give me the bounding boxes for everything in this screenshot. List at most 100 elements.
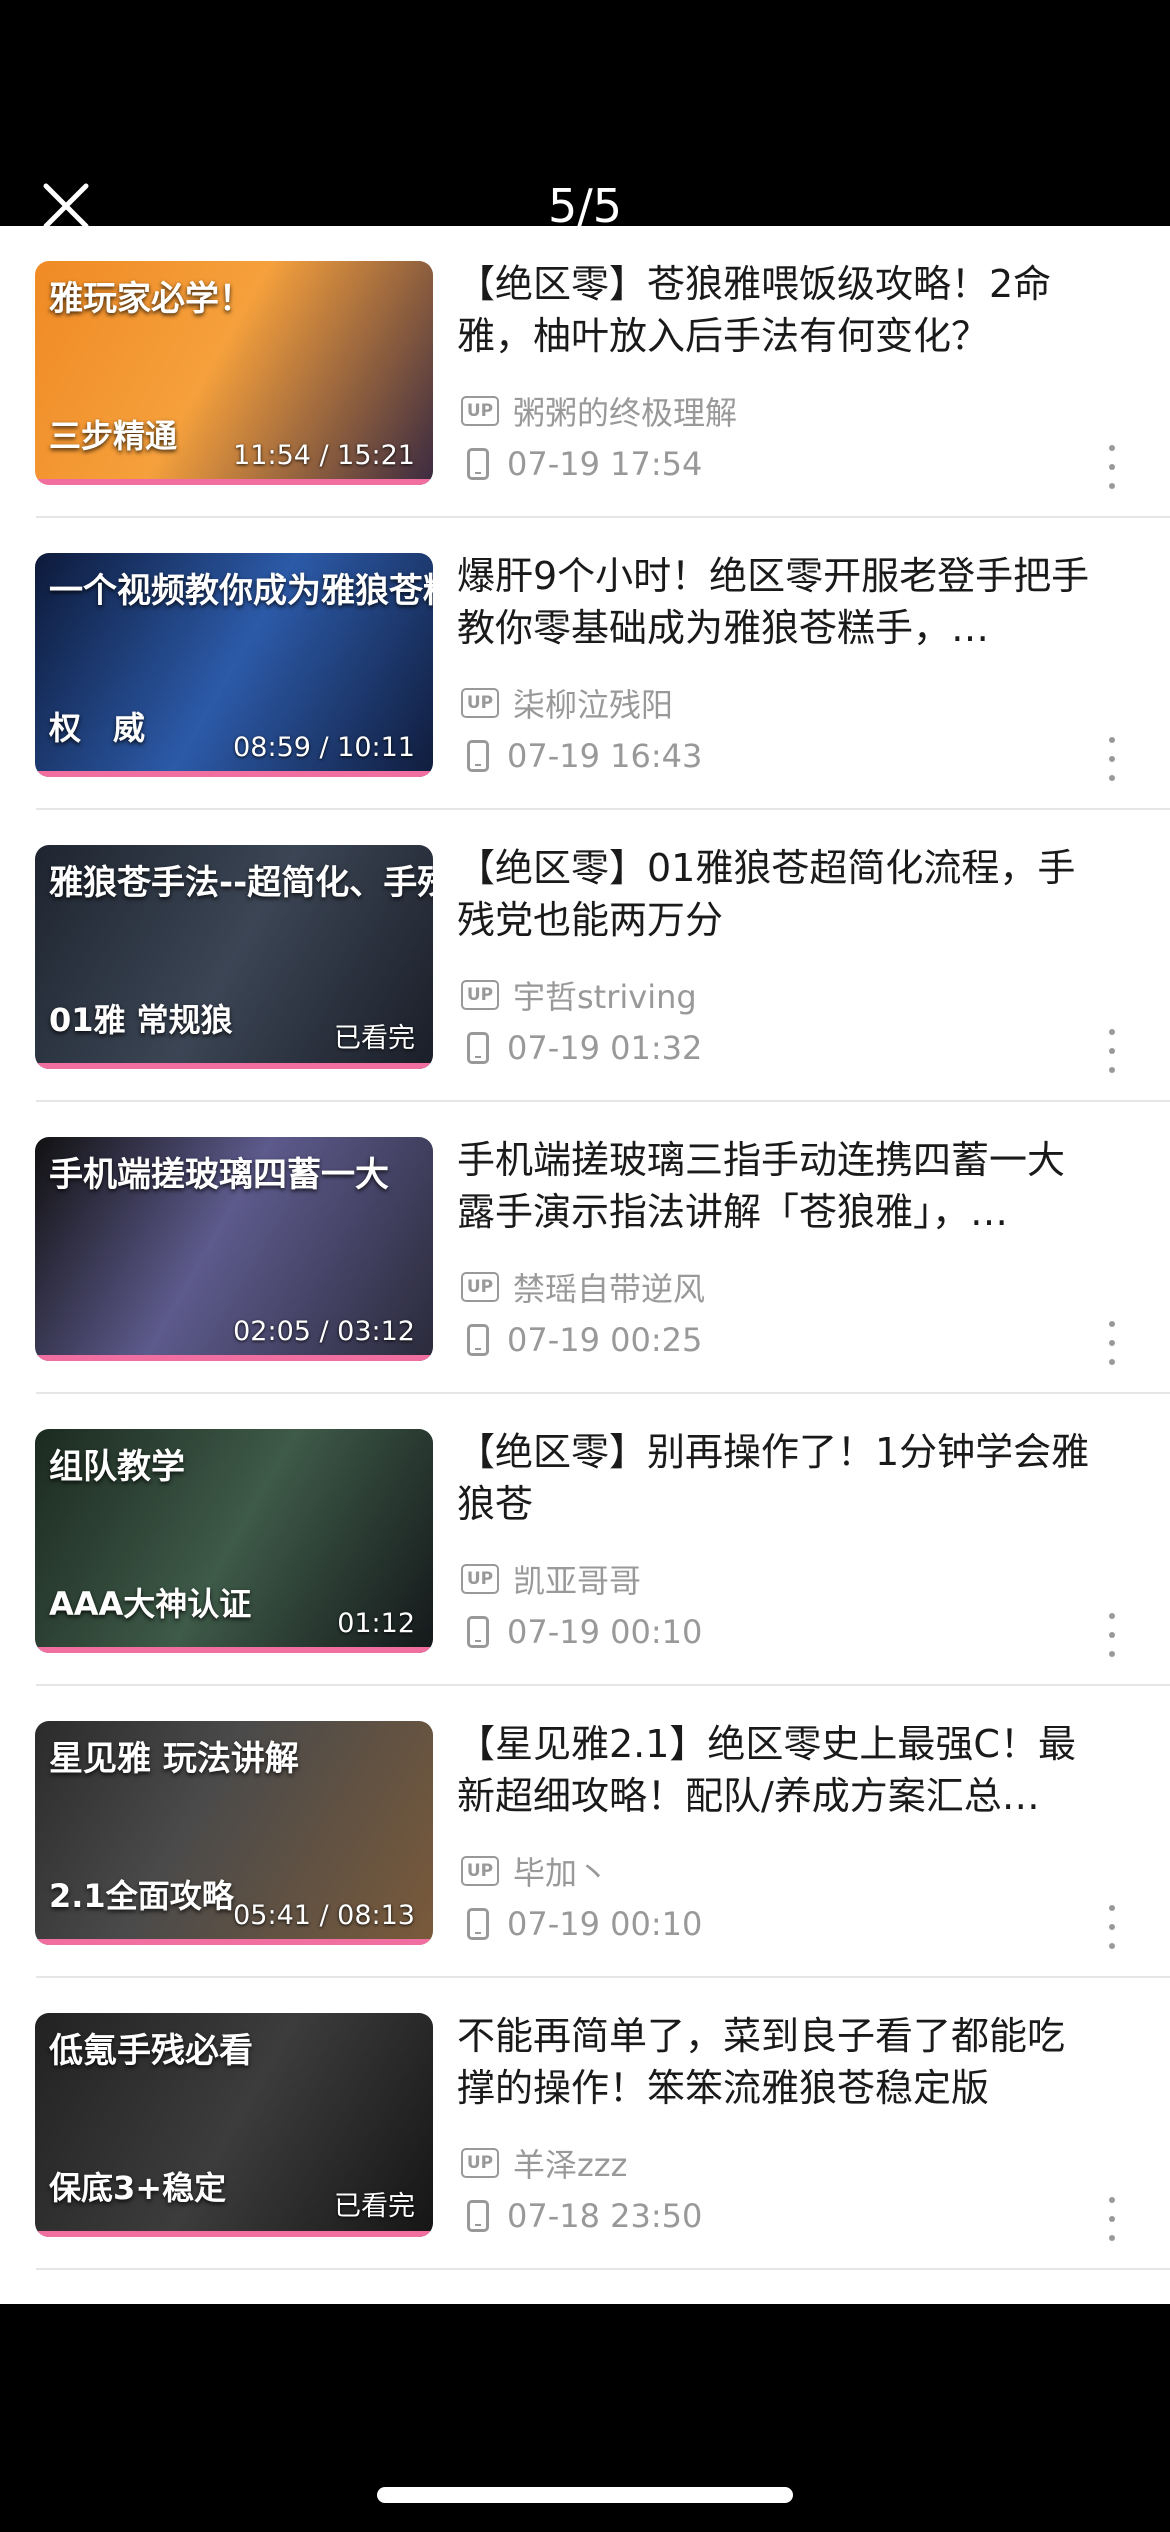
up-badge-icon: UP — [461, 1856, 499, 1886]
video-title[interactable]: 【绝区零】苍狼雅喂饭级攻略！2命雅，柚叶放入后手法有何变化？ — [457, 258, 1097, 362]
more-dot-icon — [1109, 483, 1115, 489]
video-title[interactable]: 【绝区零】01雅狼苍超简化流程，手残党也能两万分 — [457, 842, 1097, 946]
video-duration: 02:05 / 03:12 — [233, 1316, 415, 1347]
more-dot-icon — [1109, 1321, 1115, 1327]
thumbnail-top-text: 雅狼苍手法--超简化、手残党 — [49, 863, 433, 903]
video-title[interactable]: 手机端搓玻璃三指手动连携四蓄一大露手演示指法讲解「苍狼雅」，… — [457, 1134, 1097, 1238]
up-badge-icon: UP — [461, 980, 499, 1010]
video-duration: 08:59 / 10:11 — [233, 732, 415, 763]
up-badge-icon: UP — [461, 2148, 499, 2178]
more-dot-icon — [1109, 1651, 1115, 1657]
uploader-name: 毕加丶 — [513, 1854, 610, 1892]
uploader-row[interactable]: UP 柒柳泣残阳 — [461, 681, 673, 725]
uploader-row[interactable]: UP 毕加丶 — [461, 1849, 609, 1893]
video-list-item[interactable]: 一个视频教你成为雅狼苍糕手! 权 威 08:59 / 10:11 爆肝9个小时！… — [0, 518, 1170, 810]
thumbnail-bottom-text: 权 威 — [49, 709, 146, 747]
video-duration: 已看完 — [334, 2191, 415, 2222]
date-row: 07-19 00:25 — [461, 1318, 702, 1362]
video-duration: 11:54 / 15:21 — [233, 440, 415, 471]
upload-date: 07-19 17:54 — [507, 445, 703, 483]
video-list-item[interactable]: 星见雅 玩法讲解 2.1全面攻略 05:41 / 08:13 【星见雅2.1】绝… — [0, 1686, 1170, 1978]
upload-date: 07-19 00:25 — [507, 1321, 703, 1359]
uploader-row[interactable]: UP 凯亚哥哥 — [461, 1557, 641, 1601]
video-list: 雅玩家必学！ 三步精通 11:54 / 15:21 【绝区零】苍狼雅喂饭级攻略！… — [0, 226, 1170, 2304]
more-options-button[interactable] — [1098, 731, 1124, 787]
more-dot-icon — [1109, 445, 1115, 451]
thumbnail-top-text: 星见雅 玩法讲解 — [49, 1739, 299, 1779]
more-dot-icon — [1109, 737, 1115, 743]
more-dot-icon — [1109, 1340, 1115, 1346]
video-thumbnail[interactable]: 雅玩家必学！ 三步精通 11:54 / 15:21 — [35, 261, 433, 485]
up-badge-icon: UP — [461, 1564, 499, 1594]
video-list-item[interactable]: 雅玩家必学！ 三步精通 11:54 / 15:21 【绝区零】苍狼雅喂饭级攻略！… — [0, 226, 1170, 518]
video-thumbnail[interactable]: 一个视频教你成为雅狼苍糕手! 权 威 08:59 / 10:11 — [35, 553, 433, 777]
more-dot-icon — [1109, 1632, 1115, 1638]
more-options-button[interactable] — [1098, 1315, 1124, 1371]
more-options-button[interactable] — [1098, 2191, 1124, 2247]
more-dot-icon — [1109, 2216, 1115, 2222]
more-dot-icon — [1109, 1943, 1115, 1949]
thumbnail-bottom-text: 保底3+稳定 — [49, 2169, 227, 2207]
video-thumbnail[interactable]: 手机端搓玻璃四蓄一大 02:05 / 03:12 — [35, 1137, 433, 1361]
video-thumbnail[interactable]: 低氪手残必看 保底3+稳定 已看完 — [35, 2013, 433, 2237]
more-dot-icon — [1109, 1905, 1115, 1911]
more-options-button[interactable] — [1098, 1607, 1124, 1663]
video-list-item[interactable]: 雅狼苍手法--超简化、手残党 01雅 常规狼 已看完 【绝区零】01雅狼苍超简化… — [0, 810, 1170, 1102]
more-options-button[interactable] — [1098, 1899, 1124, 1955]
thumbnail-top-text: 雅玩家必学！ — [49, 279, 253, 319]
phone-icon — [467, 1032, 489, 1064]
more-dot-icon — [1109, 756, 1115, 762]
phone-icon — [467, 740, 489, 772]
up-badge-icon: UP — [461, 396, 499, 426]
thumbnail-top-text: 一个视频教你成为雅狼苍糕手! — [49, 571, 433, 611]
more-options-button[interactable] — [1098, 1023, 1124, 1079]
thumbnail-top-text: 手机端搓玻璃四蓄一大 — [49, 1155, 389, 1195]
more-dot-icon — [1109, 1613, 1115, 1619]
date-row: 07-18 23:50 — [461, 2194, 702, 2238]
video-duration: 05:41 / 08:13 — [233, 1900, 415, 1931]
home-indicator[interactable] — [377, 2487, 793, 2503]
thumbnail-bottom-text: AAA大神认证 — [49, 1585, 252, 1623]
phone-icon — [467, 1616, 489, 1648]
video-thumbnail[interactable]: 星见雅 玩法讲解 2.1全面攻略 05:41 / 08:13 — [35, 1721, 433, 1945]
video-title[interactable]: 【星见雅2.1】绝区零史上最强C！最新超细攻略！配队/养成方案汇总… — [457, 1718, 1097, 1822]
video-list-item[interactable]: 手机端搓玻璃四蓄一大 02:05 / 03:12 手机端搓玻璃三指手动连携四蓄一… — [0, 1102, 1170, 1394]
up-badge-icon: UP — [461, 1272, 499, 1302]
thumbnail-top-text: 低氪手残必看 — [49, 2031, 253, 2071]
more-dot-icon — [1109, 2235, 1115, 2241]
video-thumbnail[interactable]: 组队教学 AAA大神认证 01:12 — [35, 1429, 433, 1653]
date-row: 07-19 00:10 — [461, 1610, 702, 1654]
phone-icon — [467, 448, 489, 480]
phone-icon — [467, 1908, 489, 1940]
date-row: 07-19 16:43 — [461, 734, 702, 778]
video-title[interactable]: 爆肝9个小时！绝区零开服老登手把手教你零基础成为雅狼苍糕手，… — [457, 550, 1097, 654]
uploader-row[interactable]: UP 禁瑶自带逆风 — [461, 1265, 705, 1309]
upload-date: 07-19 00:10 — [507, 1613, 703, 1651]
upload-date: 07-19 16:43 — [507, 737, 703, 775]
uploader-name: 凯亚哥哥 — [513, 1562, 642, 1600]
uploader-name: 禁瑶自带逆风 — [513, 1270, 706, 1308]
more-dot-icon — [1109, 1048, 1115, 1054]
uploader-name: 柒柳泣残阳 — [513, 686, 674, 724]
video-title[interactable]: 不能再简单了，菜到良子看了都能吃撑的操作！笨笨流雅狼苍稳定版 — [457, 2010, 1097, 2114]
more-dot-icon — [1109, 1067, 1115, 1073]
upload-date: 07-19 01:32 — [507, 1029, 703, 1067]
more-dot-icon — [1109, 2197, 1115, 2203]
video-duration: 01:12 — [337, 1608, 415, 1639]
uploader-row[interactable]: UP 粥粥的终极理解 — [461, 389, 737, 433]
date-row: 07-19 17:54 — [461, 442, 702, 486]
top-bar: 5/5 — [0, 0, 1170, 233]
uploader-row[interactable]: UP 宇哲striving — [461, 973, 697, 1017]
date-row: 07-19 00:10 — [461, 1902, 702, 1946]
uploader-name: 粥粥的终极理解 — [513, 394, 738, 432]
video-list-item[interactable]: 低氪手残必看 保底3+稳定 已看完 不能再简单了，菜到良子看了都能吃撑的操作！笨… — [0, 1978, 1170, 2270]
video-duration: 已看完 — [334, 1023, 415, 1054]
uploader-name: 羊泽zzz — [513, 2146, 628, 2184]
uploader-row[interactable]: UP 羊泽zzz — [461, 2141, 627, 2185]
video-list-item[interactable]: 组队教学 AAA大神认证 01:12 【绝区零】别再操作了！1分钟学会雅狼苍 U… — [0, 1394, 1170, 1686]
video-thumbnail[interactable]: 雅狼苍手法--超简化、手残党 01雅 常规狼 已看完 — [35, 845, 433, 1069]
video-title[interactable]: 【绝区零】别再操作了！1分钟学会雅狼苍 — [457, 1426, 1097, 1530]
more-dot-icon — [1109, 1029, 1115, 1035]
more-options-button[interactable] — [1098, 439, 1124, 495]
more-dot-icon — [1109, 775, 1115, 781]
